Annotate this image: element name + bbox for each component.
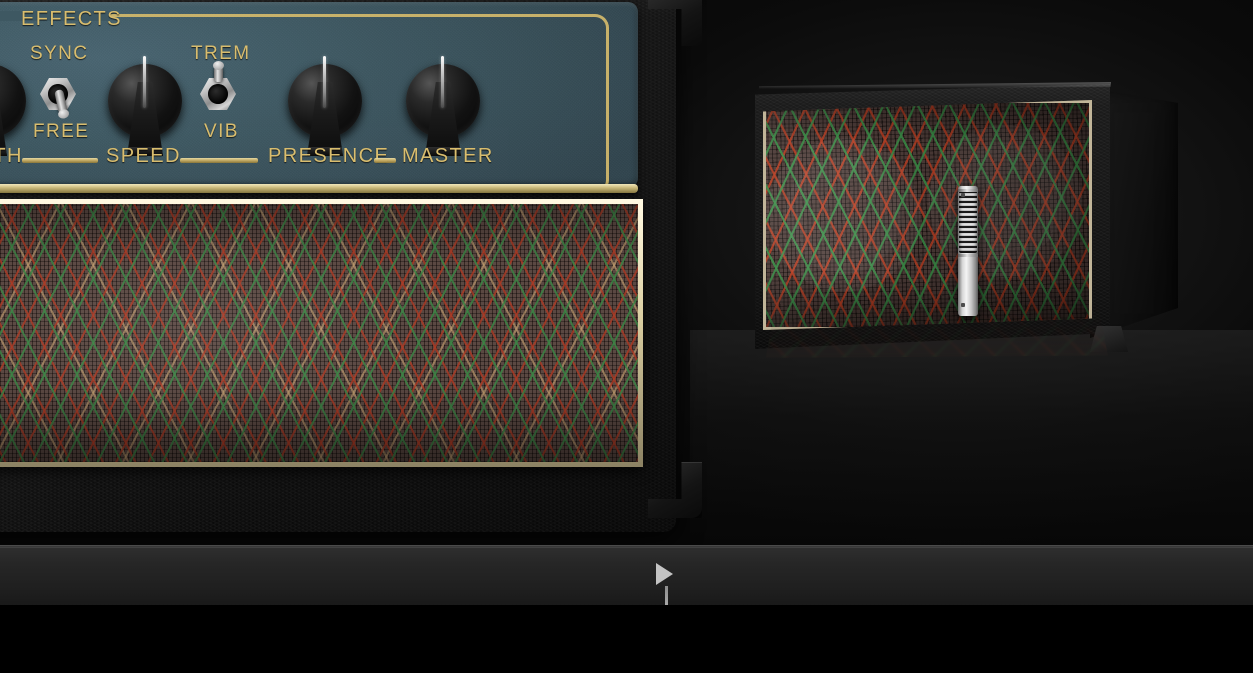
- presence-knob-label: PRESENCE: [268, 145, 390, 167]
- bottom-control-bar: Cabinet: British 2x12 Mic: Ribbon 121 Ou…: [0, 545, 1253, 607]
- mic-band-mid-icon: [958, 254, 978, 257]
- mic-base-dot-icon: [961, 303, 965, 307]
- mic-logo-dot-icon: [961, 193, 965, 197]
- knob-pointer-icon: [143, 56, 146, 108]
- depth-knob-label: DEPTH: [0, 145, 23, 167]
- depth-knob[interactable]: [0, 64, 26, 156]
- rule-dash: [374, 158, 396, 163]
- window-lower-area: [0, 605, 1253, 673]
- amp-head: EFFECTS ON OFF SYNC FREE: [0, 0, 702, 534]
- sync-free-switch[interactable]: [37, 72, 79, 116]
- panel-bottom-piping: [0, 184, 638, 193]
- rule-dash: [22, 158, 98, 163]
- knob-cap-icon: [0, 64, 26, 138]
- knob-pointer-icon: [323, 56, 326, 108]
- play-triangle-icon: [656, 563, 673, 585]
- toggle-hole-icon: [208, 84, 228, 104]
- trem-vib-switch[interactable]: [197, 61, 239, 116]
- master-knob-label: MASTER: [402, 145, 494, 167]
- vib-label: VIB: [204, 121, 239, 142]
- free-label: FREE: [33, 121, 90, 142]
- master-knob[interactable]: [406, 56, 480, 156]
- amp-speaker-baffle: [0, 199, 643, 467]
- mic-band-top-icon: [958, 189, 978, 192]
- rule-dash: [180, 158, 258, 163]
- speed-knob[interactable]: [108, 56, 182, 156]
- amp-designer-window: EFFECTS ON OFF SYNC FREE: [0, 0, 1253, 673]
- knob-pointer-icon: [441, 56, 444, 108]
- grille-shading: [0, 204, 638, 462]
- amp-control-panel: EFFECTS ON OFF SYNC FREE: [0, 2, 638, 188]
- presence-knob[interactable]: [288, 56, 362, 156]
- speed-knob-label: SPEED: [106, 145, 181, 167]
- cabinet-floor-reflection: [755, 296, 1115, 358]
- sync-label: SYNC: [30, 43, 89, 64]
- cabinet-grille: [763, 100, 1092, 330]
- ribbon-microphone[interactable]: [955, 186, 981, 316]
- mic-grille-icon: [959, 191, 977, 253]
- effects-section-title: EFFECTS: [21, 8, 122, 30]
- cabinet-grille-shading: [766, 103, 1089, 327]
- toggle-bat-icon: [213, 61, 224, 82]
